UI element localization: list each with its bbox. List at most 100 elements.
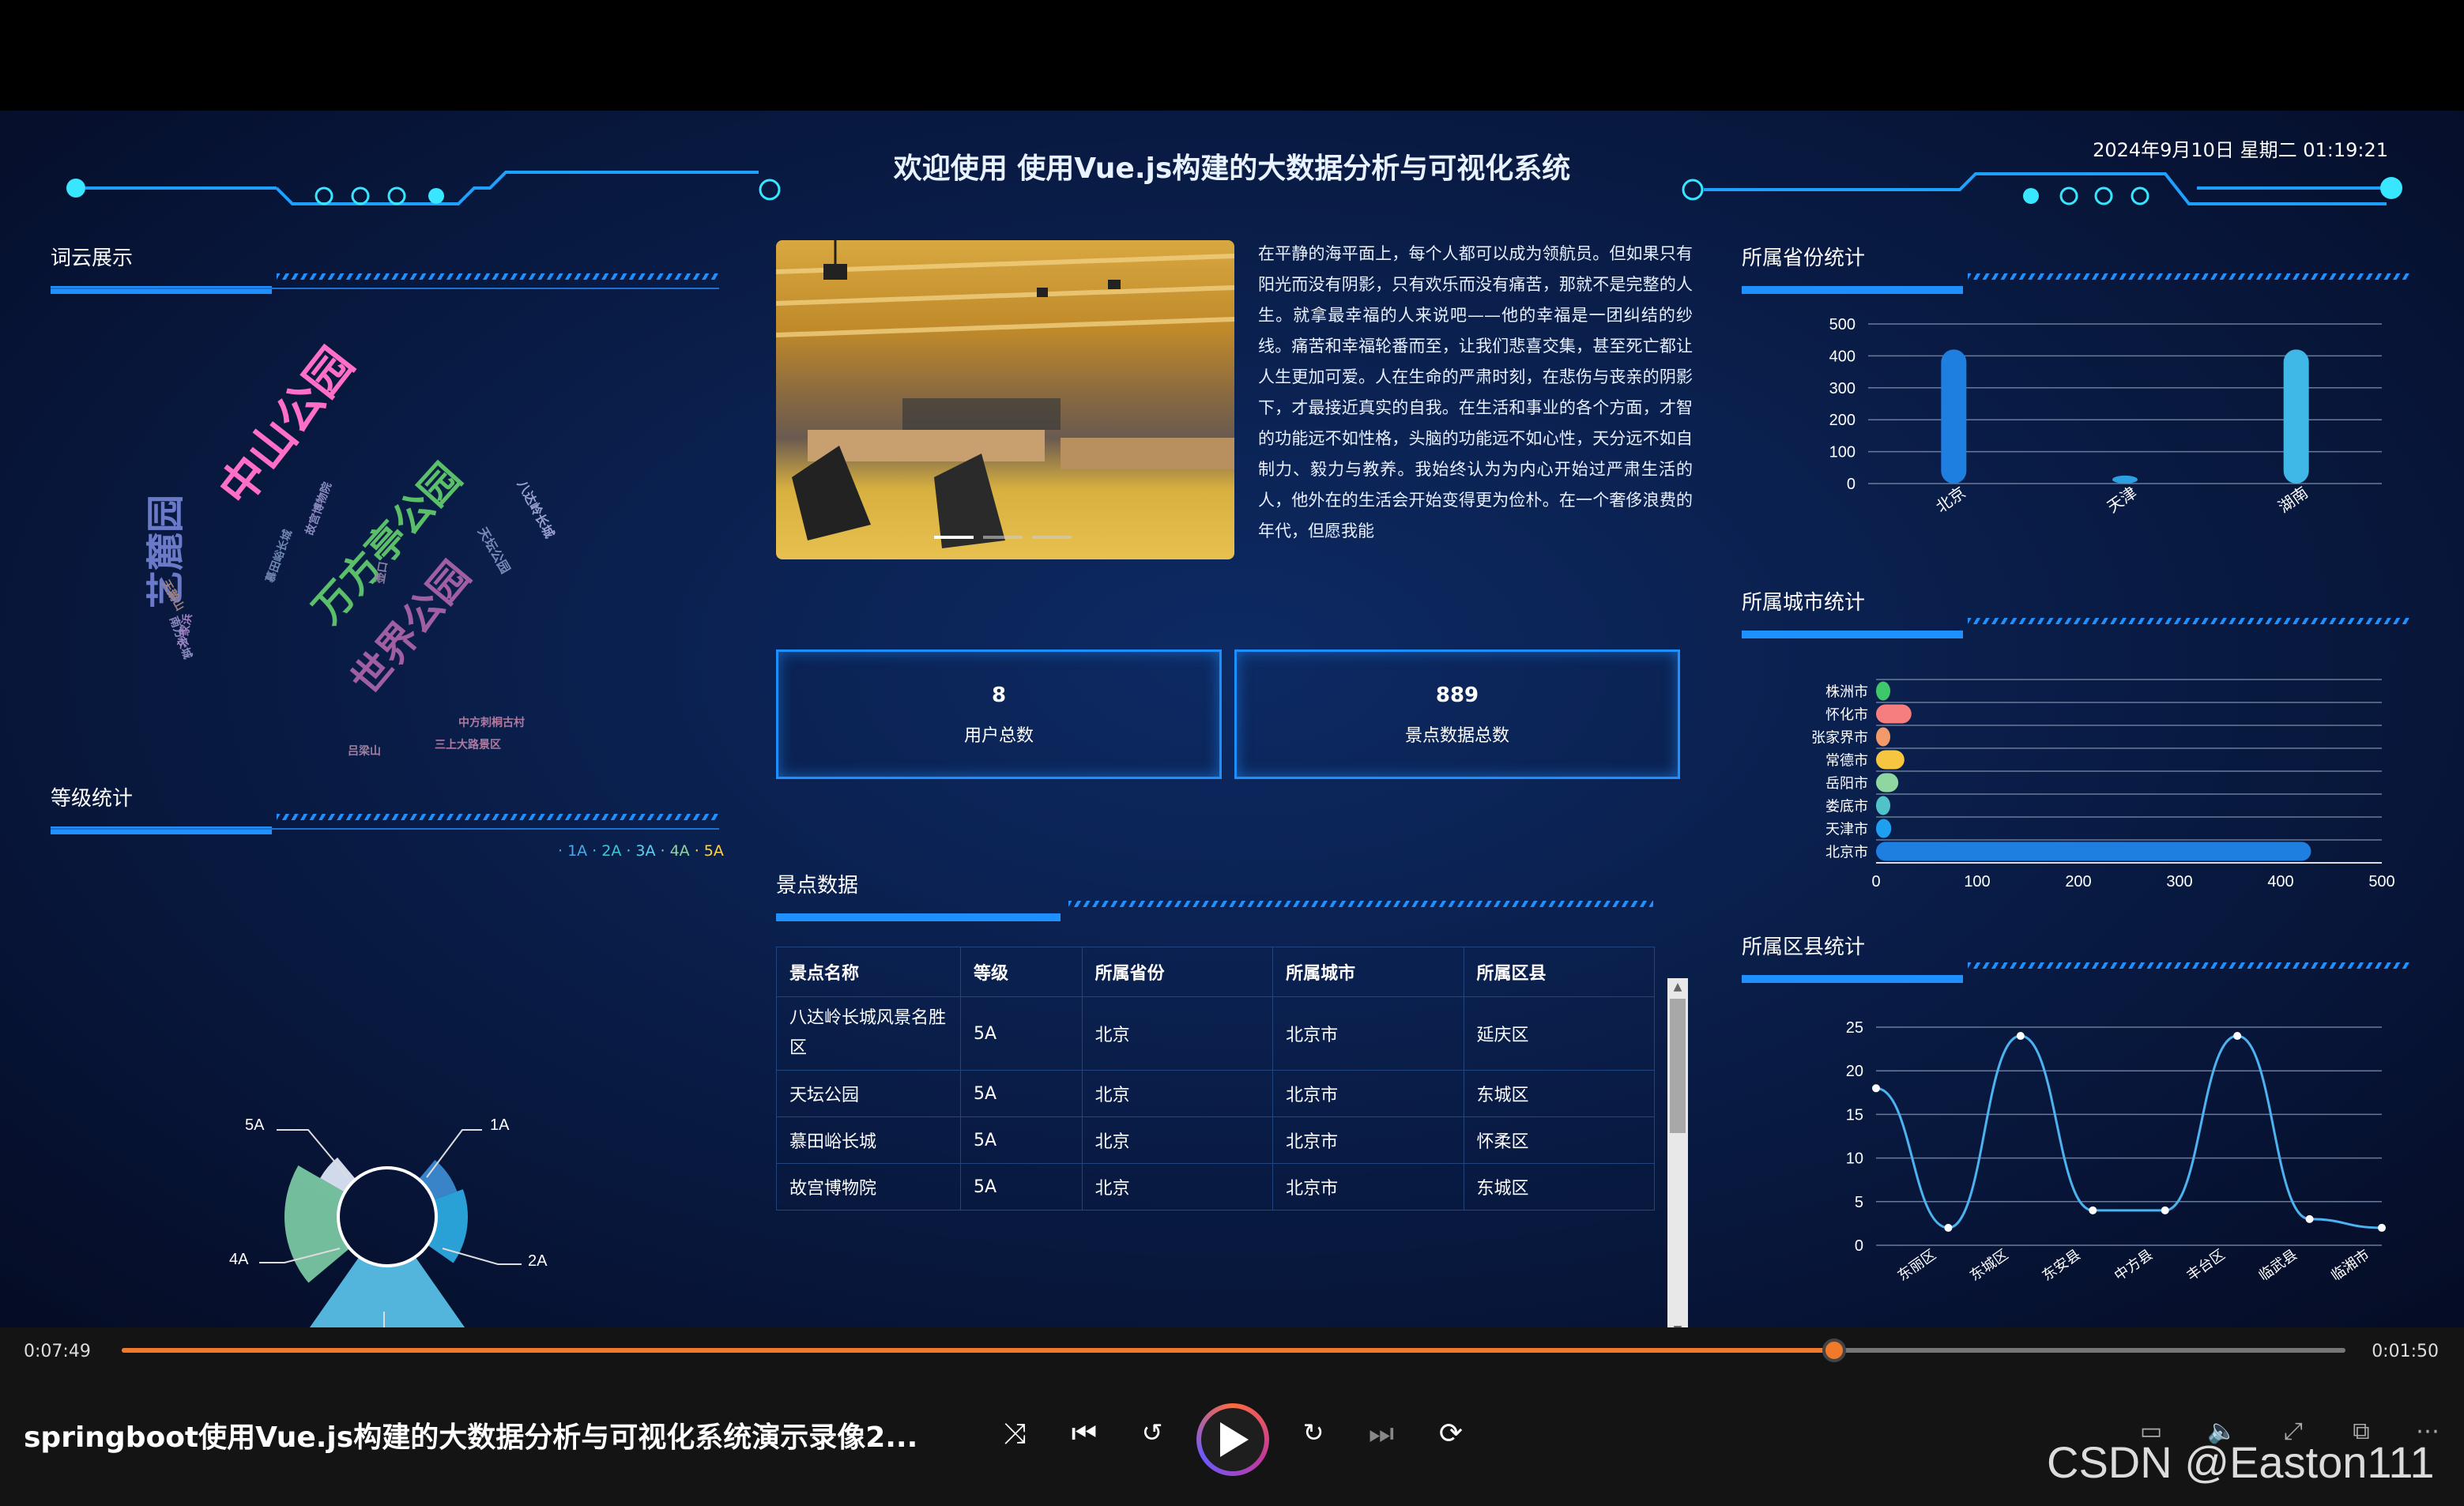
previous-icon[interactable]: ⏮ [1067, 1418, 1102, 1451]
y-tick-label: 300 [1829, 380, 1856, 397]
y-tick-label: 500 [1829, 316, 1856, 333]
y-tick-label: 15 [1846, 1106, 1863, 1124]
wordcloud-word[interactable]: 中方刺桐古村 [458, 714, 525, 730]
bar-湖南 [2283, 349, 2309, 484]
wordcloud: 中山公园 万方亭公园 世界公园 艺麓园 八达岭长城 天坛公园 故宫博物院 慕田峪长城 中方刺桐古… [142, 337, 616, 774]
y-tick-label: 怀化市 [1825, 707, 1868, 723]
scroll-up-icon[interactable]: ▲ [1667, 978, 1688, 996]
cell-province: 北京 [1081, 1163, 1274, 1210]
rose-label-2A: 2A [528, 1252, 548, 1270]
y-tick-label: 25 [1846, 1019, 1863, 1037]
play-button[interactable] [1196, 1403, 1269, 1476]
datetime-display: 2024年9月10日 星期二 01:19:21 [2093, 139, 2388, 161]
carousel-image[interactable] [776, 240, 1234, 559]
shuffle-icon[interactable]: ⤨ [997, 1418, 1032, 1451]
wordcloud-word[interactable]: 天坛公园 [474, 523, 516, 576]
wordcloud-word[interactable]: 故宫博物院 [301, 480, 335, 537]
wordcloud-word[interactable]: 三上大路景区 [435, 736, 501, 752]
wordcloud-word[interactable]: 中山公园 [201, 331, 366, 517]
forward-30-icon[interactable]: ↻ [1296, 1418, 1331, 1448]
progress-track[interactable] [122, 1338, 2345, 1362]
province-panel-title: 所属省份统计 [1742, 247, 1866, 270]
legend-item-1A[interactable]: · 1A [558, 842, 587, 860]
scrollbar-thumb[interactable] [1670, 999, 1686, 1133]
cell-county: 东城区 [1463, 1070, 1655, 1117]
table-row[interactable]: 慕田峪长城 5A 北京 北京市 怀柔区 [776, 1116, 1655, 1164]
y-tick-label: 100 [1829, 444, 1856, 461]
table-row[interactable]: 八达岭长城风景名胜区 5A 北京 北京市 延庆区 [776, 996, 1655, 1071]
col-header[interactable]: 所属省份 [1081, 947, 1274, 997]
rewind-10-icon[interactable]: ↺ [1135, 1418, 1170, 1448]
wordcloud-word[interactable]: 八达岭长城 [514, 476, 560, 541]
legend-item-2A[interactable]: · 2A [592, 842, 621, 860]
city-hbar-chart: 0 100 200 300 400 500 株洲市怀化市张家界市常德市岳阳市娄底市天津市北京… [1811, 679, 2395, 890]
stat-label: 景点数据总数 [1404, 726, 1509, 746]
line-point [2016, 1032, 2025, 1041]
y-tick-label: 400 [1829, 348, 1856, 365]
y-tick-label: 天津市 [1825, 822, 1868, 838]
spots-table-wrapper: 景点名称 等级 所属省份 所属城市 所属区县 八达岭长城风景名胜区 5A 北京 … [776, 947, 1655, 1218]
wordcloud-word[interactable]: 慕田峪长城 [262, 527, 296, 585]
col-header[interactable]: 所属区县 [1463, 947, 1655, 997]
table-row[interactable]: 天坛公园 5A 北京 北京市 东城区 [776, 1070, 1655, 1117]
col-header[interactable]: 等级 [960, 947, 1083, 997]
stat-label: 用户总数 [963, 726, 1034, 746]
bar-天津 [2112, 475, 2138, 484]
county-line-chart: 0 5 10 15 20 25 东丽区 东城区 东安县 中方县 丰台区 临武县 临湘市 [1846, 1019, 2386, 1284]
progress-knob[interactable] [1822, 1338, 1846, 1362]
title-underline [1742, 631, 1963, 638]
wordcloud-panel-title: 词云展示 [51, 247, 134, 270]
title-hatch [1968, 962, 2410, 969]
title-underline [776, 913, 1061, 921]
cell-name: 慕田峪长城 [776, 1116, 961, 1164]
level-legend[interactable]: · 1A · 2A · 3A · 4A · 5A [553, 842, 727, 863]
scroll-down-icon[interactable]: ▼ [1667, 1321, 1688, 1327]
cell-province: 北京 [1081, 1116, 1274, 1164]
x-tick-label: 湖南 [2275, 484, 2311, 517]
y-tick-label: 20 [1846, 1063, 1863, 1080]
video-player-bar: 0:07:49 0:01:50 springboot使用Vue.js构建的大数据… [0, 1327, 2464, 1506]
title-hatch [1968, 618, 2410, 624]
rose-inner-ring [337, 1166, 438, 1267]
y-tick-label: 株洲市 [1825, 684, 1868, 700]
legend-item-5A[interactable]: · 5A [695, 842, 724, 860]
repeat-icon[interactable]: ⟳ [1434, 1418, 1468, 1450]
title-hatch [277, 814, 719, 820]
bar-岳阳市 [1876, 773, 1899, 793]
bar-天津市 [1876, 819, 1892, 838]
legend-item-4A[interactable]: · 4A [661, 842, 690, 860]
x-tick-label: 北京 [1933, 484, 1969, 517]
wordcloud-word[interactable]: 吕梁山 [348, 743, 381, 759]
y-tick-label: 岳阳市 [1825, 776, 1868, 792]
stat-value: 889 [1435, 683, 1479, 707]
x-tick-label: 东丽区 [1895, 1246, 1939, 1283]
wordcloud-word[interactable]: 壶口 [371, 560, 391, 585]
x-tick-label: 临湘市 [2328, 1246, 2372, 1283]
line-point [2089, 1206, 2097, 1214]
x-tick-label: 天津 [2104, 484, 2140, 517]
y-tick-label: 0 [1847, 476, 1856, 493]
x-tick-label: 东城区 [1967, 1246, 2011, 1283]
col-header[interactable]: 所属城市 [1272, 947, 1464, 997]
x-tick-label: 丰台区 [2183, 1246, 2228, 1283]
county-line-series [1875, 1034, 2383, 1229]
x-tick-label: 中方县 [2112, 1246, 2156, 1283]
dashboard-stage: 欢迎使用 使用Vue.js构建的大数据分析与可视化系统 2024年9月10日 星… [0, 111, 2464, 1327]
cell-province: 北京 [1081, 1070, 1274, 1117]
county-panel-title: 所属区县统计 [1742, 936, 1866, 959]
table-row[interactable]: 故宫博物院 5A 北京 北京市 东城区 [776, 1163, 1655, 1210]
next-icon[interactable]: ⏭ [1364, 1418, 1399, 1451]
progress-fill [122, 1348, 1834, 1353]
legend-item-3A[interactable]: · 3A [626, 842, 655, 860]
y-tick-label: 10 [1846, 1150, 1863, 1168]
x-tick-label: 100 [1964, 873, 1990, 890]
title-underline [1742, 975, 1963, 983]
cell-city: 北京市 [1272, 1070, 1464, 1117]
title-underline [1742, 286, 1963, 294]
col-header[interactable]: 景点名称 [776, 947, 961, 997]
level-rose-chart: 5A1A4A2A3A [229, 1116, 548, 1327]
y-tick-label: 200 [1829, 412, 1856, 429]
office-photo-illustration [776, 240, 1234, 548]
table-scrollbar[interactable]: ▲ ▼ [1667, 978, 1688, 1327]
y-tick-label: 常德市 [1825, 753, 1868, 769]
